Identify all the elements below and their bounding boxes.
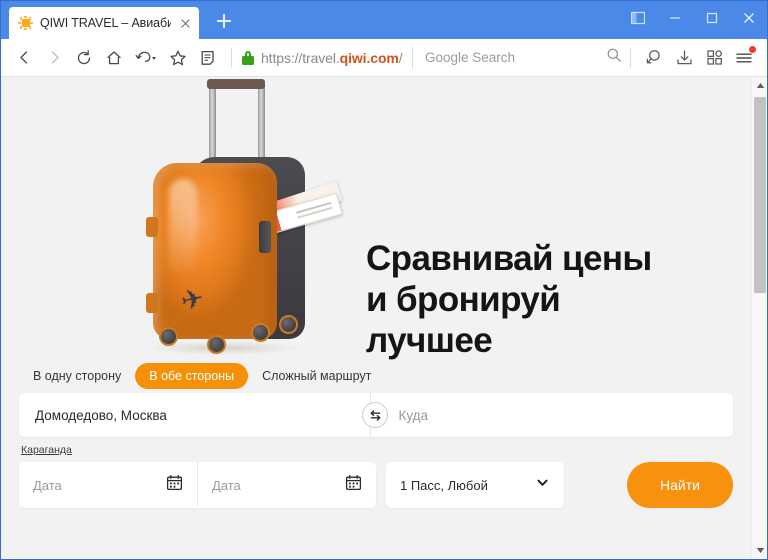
search-placeholder: Google Search (425, 50, 516, 65)
destination-input[interactable]: Куда (371, 393, 734, 437)
scroll-up-icon[interactable] (752, 77, 767, 94)
url-path: / (398, 49, 403, 66)
new-tab-button[interactable] (209, 6, 239, 36)
tab-multi-city[interactable]: Сложный маршрут (248, 363, 385, 389)
qiwi-sun-icon (18, 15, 33, 31)
url-text: https://travel.qiwi.com/ (261, 50, 403, 66)
passengers-select[interactable]: 1 Пасс, Любой (386, 462, 564, 508)
return-date-placeholder: Дата (212, 477, 241, 493)
panel-toggle-button[interactable] (619, 1, 656, 35)
tab-strip: QIWI TRAVEL – Авиаби (1, 1, 767, 39)
swap-arrows-icon[interactable] (362, 402, 388, 428)
close-button[interactable] (730, 1, 767, 35)
address-bar[interactable]: https://travel.qiwi.com/ (240, 43, 412, 73)
depart-date-input[interactable]: Дата (19, 462, 197, 508)
menu-notification-badge (749, 45, 756, 53)
scrollbar-thumb[interactable] (754, 97, 766, 293)
download-icon[interactable] (669, 43, 699, 73)
browser-tab-active[interactable]: QIWI TRAVEL – Авиаби (9, 7, 199, 39)
back-button[interactable] (9, 43, 39, 73)
find-on-page-icon[interactable] (639, 43, 669, 73)
reading-list-icon[interactable] (193, 43, 223, 73)
toolbar-right-group (639, 43, 759, 73)
chevron-down-icon (535, 475, 550, 495)
search-button[interactable]: Найти (627, 462, 733, 508)
url-domain: qiwi.com (339, 49, 399, 66)
route-row: Домодедово, Москва Куда (19, 393, 733, 437)
depart-date-placeholder: Дата (33, 477, 62, 493)
tab-round-trip[interactable]: В обе стороны (135, 363, 249, 389)
tab-title: QIWI TRAVEL – Авиаби (40, 16, 171, 30)
page-title: Сравнивай цены и бронируй лучшее (366, 239, 652, 360)
secure-lock-icon (242, 50, 254, 65)
maximize-button[interactable] (693, 1, 730, 35)
home-button[interactable] (99, 43, 129, 73)
scroll-down-icon[interactable] (752, 542, 767, 559)
hamburger-menu-button[interactable] (729, 43, 759, 73)
url-scheme: https://travel. (261, 49, 340, 66)
origin-input[interactable]: Домодедово, Москва (19, 393, 370, 437)
passengers-value: 1 Пасс, Любой (400, 477, 488, 493)
calendar-icon (166, 474, 183, 496)
search-icon[interactable] (606, 47, 622, 68)
dates-passengers-row: Дата Дата 1 Пасс, Любой Найти (19, 462, 733, 508)
tab-close-icon[interactable] (178, 16, 193, 31)
flight-search-form: Домодедово, Москва Куда Караганда Дата Д… (1, 393, 751, 508)
hero-section: ✈ Сравнивай цены и бронируй лучшее (1, 77, 751, 360)
suitcase-illustration: ✈ (119, 79, 349, 359)
trip-type-tabs: В одну сторону В обе стороны Сложный мар… (1, 359, 751, 393)
page-viewport: ✈ Сравнивай цены и бронируй лучшее В одн… (1, 77, 767, 559)
reload-button[interactable] (69, 43, 99, 73)
window-controls (619, 1, 767, 35)
calendar-icon (345, 474, 362, 496)
apps-grid-icon[interactable] (699, 43, 729, 73)
qiwi-travel-page: ✈ Сравнивай цены и бронируй лучшее В одн… (1, 77, 751, 559)
tab-one-way[interactable]: В одну сторону (19, 363, 135, 389)
origin-suggestion-link[interactable]: Караганда (21, 444, 72, 456)
undo-button[interactable] (129, 43, 163, 73)
minimize-button[interactable] (656, 1, 693, 35)
toolbar-divider-2 (630, 47, 631, 68)
toolbar-divider (231, 47, 232, 68)
forward-button[interactable] (39, 43, 69, 73)
search-box[interactable]: Google Search (412, 46, 622, 69)
navigation-toolbar: https://travel.qiwi.com/ Google Search (1, 39, 767, 77)
dates-group: Дата Дата (19, 462, 376, 508)
bookmark-star-icon[interactable] (163, 43, 193, 73)
browser-window: QIWI TRAVEL – Авиаби https://travel.qiwi… (0, 0, 768, 560)
page-scrollbar[interactable] (751, 77, 767, 559)
return-date-input[interactable]: Дата (198, 462, 376, 508)
suggestion-row: Караганда (19, 437, 733, 462)
